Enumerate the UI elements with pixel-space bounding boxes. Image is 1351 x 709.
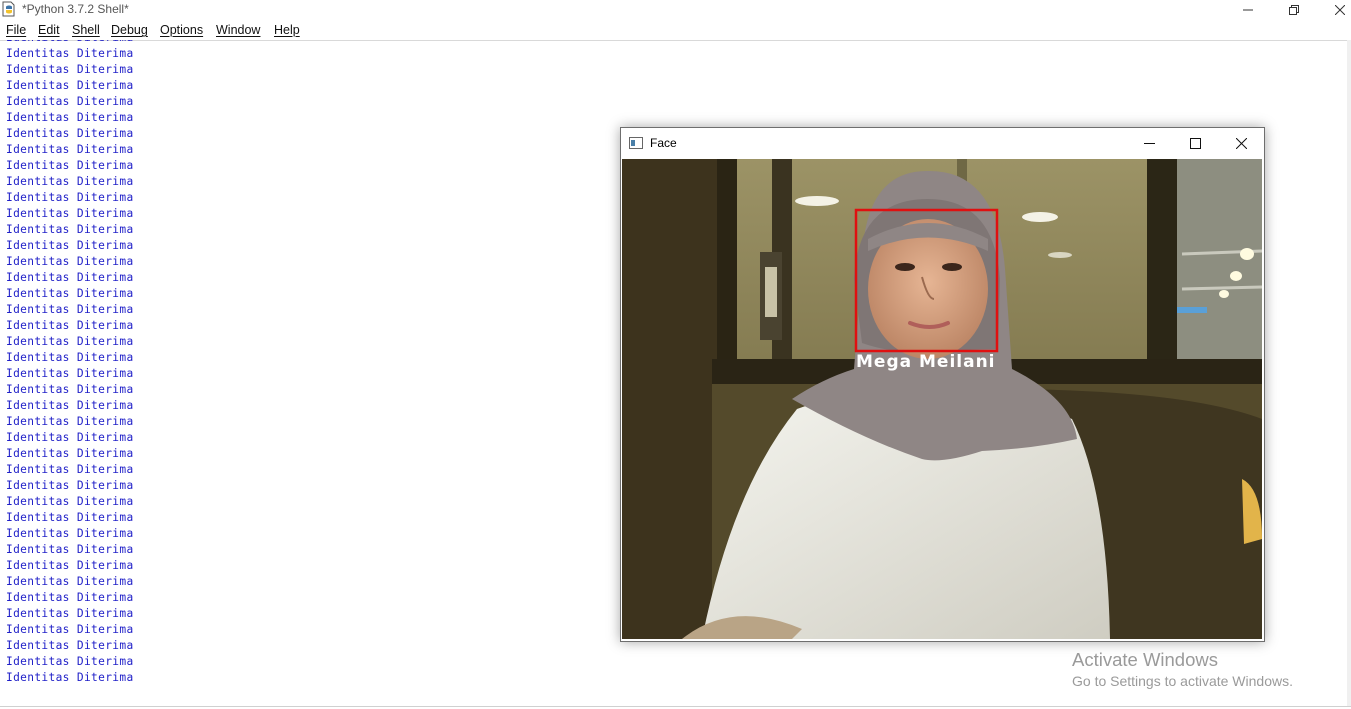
shell-output-line: Identitas Diterima xyxy=(6,671,134,684)
shell-output-line: Identitas Diterima xyxy=(6,463,134,476)
close-button[interactable] xyxy=(1317,0,1351,20)
shell-output-line: Identitas Diterima xyxy=(6,40,134,44)
shell-output-line: Identitas Diterima xyxy=(6,399,134,412)
shell-output-line: Identitas Diterima xyxy=(6,591,134,604)
menu-window[interactable]: Window xyxy=(216,23,260,37)
face-window-title: Face xyxy=(650,136,677,150)
shell-output-line: Identitas Diterima xyxy=(6,527,134,540)
close-icon xyxy=(1335,5,1345,15)
face-window[interactable]: Face Mega Meilani xyxy=(620,127,1265,642)
shell-output-line: Identitas Diterima xyxy=(6,575,134,588)
restore-icon xyxy=(1289,5,1299,15)
status-divider xyxy=(0,706,1351,707)
shell-scrollbar[interactable] xyxy=(1347,40,1351,707)
shell-output-line: Identitas Diterima xyxy=(6,543,134,556)
shell-output-line: Identitas Diterima xyxy=(6,655,134,668)
shell-output-line: Identitas Diterima xyxy=(6,223,134,236)
shell-output-line: Identitas Diterima xyxy=(6,367,134,380)
title-bar: *Python 3.7.2 Shell* xyxy=(0,0,1351,20)
shell-output-line: Identitas Diterima xyxy=(6,207,134,220)
shell-output-line: Identitas Diterima xyxy=(6,479,134,492)
shell-output-line: Identitas Diterima xyxy=(6,383,134,396)
shell-output-line: Identitas Diterima xyxy=(6,559,134,572)
window-app-icon xyxy=(629,137,643,149)
close-icon xyxy=(1235,137,1247,149)
shell-output-line: Identitas Diterima xyxy=(6,319,134,332)
shell-output-line: Identitas Diterima xyxy=(6,415,134,428)
face-window-titlebar[interactable]: Face xyxy=(621,128,1264,159)
shell-output-line: Identitas Diterima xyxy=(6,79,134,92)
shell-output-line: Identitas Diterima xyxy=(6,63,134,76)
python-idle-icon xyxy=(2,1,15,17)
shell-output-line: Identitas Diterima xyxy=(6,255,134,268)
shell-output-line: Identitas Diterima xyxy=(6,351,134,364)
shell-output-line: Identitas Diterima xyxy=(6,127,134,140)
camera-feed: Mega Meilani xyxy=(622,159,1262,639)
face-close-button[interactable] xyxy=(1218,128,1264,158)
shell-output-line: Identitas Diterima xyxy=(6,511,134,524)
camera-frame-image xyxy=(622,159,1262,639)
shell-output-line: Identitas Diterima xyxy=(6,431,134,444)
shell-output-line: Identitas Diterima xyxy=(6,447,134,460)
menu-help[interactable]: Help xyxy=(274,23,300,37)
shell-output-line: Identitas Diterima xyxy=(6,191,134,204)
shell-output-line: Identitas Diterima xyxy=(6,495,134,508)
shell-output-line: Identitas Diterima xyxy=(6,639,134,652)
shell-output-line: Identitas Diterima xyxy=(6,335,134,348)
face-maximize-button[interactable] xyxy=(1172,128,1218,158)
restore-button[interactable] xyxy=(1271,0,1317,20)
minimize-icon xyxy=(1143,142,1155,144)
shell-output-line: Identitas Diterima xyxy=(6,623,134,636)
menu-bar: File Edit Shell Debug Options Window Hel… xyxy=(0,20,1351,41)
shell-output-line: Identitas Diterima xyxy=(6,95,134,108)
shell-output-line: Identitas Diterima xyxy=(6,143,134,156)
maximize-icon xyxy=(1189,137,1201,149)
window-title: *Python 3.7.2 Shell* xyxy=(22,2,129,16)
shell-output-line: Identitas Diterima xyxy=(6,287,134,300)
menu-edit[interactable]: Edit xyxy=(38,23,60,37)
shell-output-line: Identitas Diterima xyxy=(6,271,134,284)
shell-output-line: Identitas Diterima xyxy=(6,175,134,188)
activate-windows-title: Activate Windows xyxy=(1072,649,1218,670)
shell-output-line: Identitas Diterima xyxy=(6,47,134,60)
shell-output-line: Identitas Diterima xyxy=(6,607,134,620)
minimize-button[interactable] xyxy=(1225,0,1271,20)
shell-output-line: Identitas Diterima xyxy=(6,159,134,172)
shell-output-line: Identitas Diterima xyxy=(6,239,134,252)
menu-file[interactable]: File xyxy=(6,23,26,37)
menu-options[interactable]: Options xyxy=(160,23,203,37)
shell-output-line: Identitas Diterima xyxy=(6,111,134,124)
face-minimize-button[interactable] xyxy=(1126,128,1172,158)
menu-shell[interactable]: Shell xyxy=(72,23,100,37)
menu-debug[interactable]: Debug xyxy=(111,23,148,37)
detected-name-label: Mega Meilani xyxy=(856,352,996,372)
shell-output-line: Identitas Diterima xyxy=(6,303,134,316)
minimize-icon xyxy=(1243,9,1253,11)
activate-windows-subtitle: Go to Settings to activate Windows. xyxy=(1072,673,1293,689)
